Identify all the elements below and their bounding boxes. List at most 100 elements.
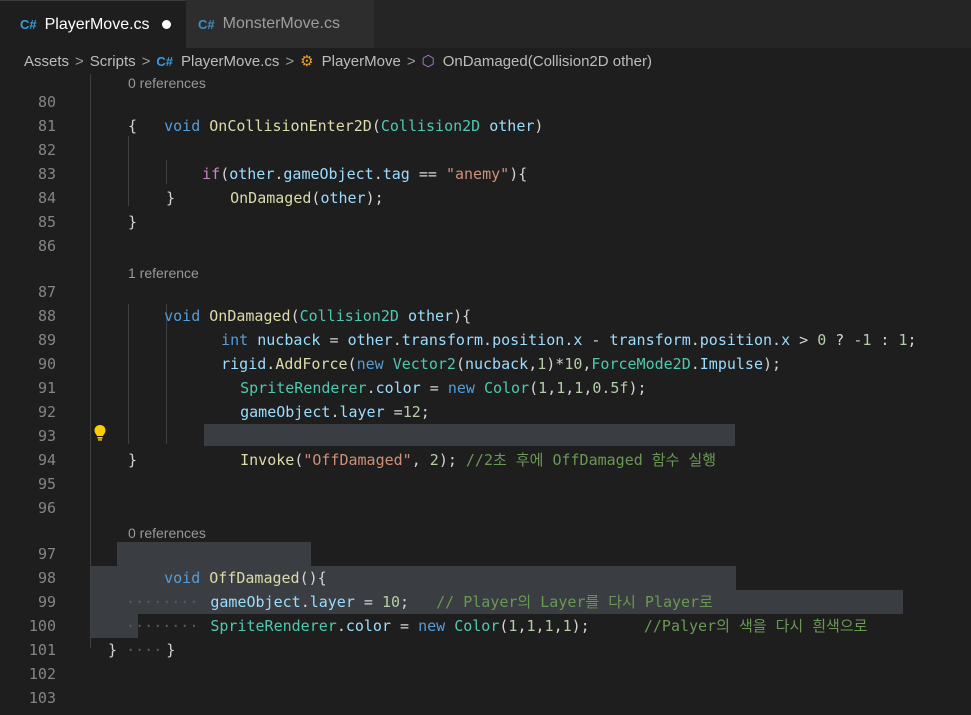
code-line-101: }: [108, 641, 118, 659]
breadcrumb-method[interactable]: OnDamaged(Collision2D other): [443, 53, 652, 70]
line-number: 81: [37, 117, 56, 135]
line-number: 91: [37, 379, 56, 397]
code-line-84: }: [166, 189, 176, 207]
token-number: 1: [562, 617, 572, 635]
token-string: "anemy": [445, 165, 510, 183]
tab-monstermove[interactable]: C# MonsterMove.cs: [186, 0, 374, 48]
token-number: 2: [429, 451, 439, 469]
token-function: OnDamaged: [230, 189, 312, 207]
lightbulb-icon[interactable]: [93, 424, 107, 442]
token-function: OnCollisionEnter2D: [209, 117, 372, 135]
line-number: 95: [37, 475, 56, 493]
token-identifier: layer: [339, 403, 385, 421]
token-type: Color: [483, 379, 530, 397]
code-line-93: Invoke("OffDamaged", 2); //2초 후에 OffDama…: [204, 424, 716, 469]
token-identifier: other: [489, 117, 535, 135]
token-type: SpriteRenderer: [210, 617, 337, 635]
line-number: 80: [37, 93, 56, 111]
token-keyword: new: [447, 379, 475, 397]
code-line-80: void OnCollisionEnter2D(Collision2D othe…: [128, 90, 543, 135]
token-keyword: new: [418, 617, 446, 635]
token-identifier: other: [320, 189, 366, 207]
token-punct: ,: [547, 379, 557, 397]
tab-bar: C# PlayerMove.cs C# MonsterMove.cs: [0, 0, 971, 48]
token-punct: (: [371, 117, 381, 135]
token-punct: ,: [565, 379, 575, 397]
code-editor[interactable]: 80 81 82 83 84 85 86 87 88 89 90 91 92 93 94 95 96 97 98 99…: [0, 74, 971, 715]
line-number: 98: [37, 569, 56, 587]
token-punct: (: [529, 379, 539, 397]
token-operator: ?: [826, 331, 854, 349]
line-number: 92: [37, 403, 56, 421]
token-punct: ,: [553, 617, 563, 635]
token-number: 0.5f: [592, 379, 629, 397]
line-number: 93: [37, 427, 56, 445]
token-string: "OffDamaged": [303, 451, 412, 469]
line-number: 96: [37, 499, 56, 517]
token-punct: .: [336, 617, 346, 635]
breadcrumb-scripts[interactable]: Scripts: [90, 53, 136, 70]
token-punct: ){: [509, 165, 528, 183]
line-number: 85: [37, 213, 56, 231]
code-line-91: gameObject.layer =12;: [204, 376, 430, 421]
code-line-82: if(other.gameObject.tag == "anemy"){: [166, 138, 527, 183]
token-number: 1: [898, 331, 908, 349]
line-number: 82: [37, 141, 56, 159]
indent-guide: [90, 74, 91, 648]
code-line-97: void OffDamaged(){: [128, 542, 327, 587]
chevron-right-icon: >: [75, 52, 84, 70]
tab-playermove[interactable]: C# PlayerMove.cs: [0, 0, 186, 48]
line-number: 99: [37, 593, 56, 611]
code-line-81: {: [128, 117, 138, 135]
token-operator: ==: [409, 165, 446, 183]
token-number: -1: [853, 331, 872, 349]
token-punct: }: [166, 641, 176, 659]
line-number: 89: [37, 331, 56, 349]
token-punct: .: [690, 355, 700, 373]
line-number: 94: [37, 451, 56, 469]
token-punct: (: [294, 451, 304, 469]
token-punct: ,: [535, 617, 545, 635]
line-number: 83: [37, 165, 56, 183]
token-punct: ): [534, 117, 544, 135]
breadcrumb-class[interactable]: PlayerMove: [322, 53, 401, 70]
code-line-88: int nucback = other.transform.position.x…: [185, 304, 916, 349]
chevron-right-icon: >: [285, 52, 295, 70]
token-number: 1: [544, 617, 554, 635]
code-line-100: ····}: [90, 614, 175, 659]
csharp-file-icon: C#: [20, 17, 37, 32]
breadcrumb-assets[interactable]: Assets: [24, 53, 69, 70]
token-identifier: Impulse: [699, 355, 763, 373]
token-comment: //2초 후에 OffDamaged 함수 실행: [456, 451, 717, 469]
token-operator: >: [790, 331, 818, 349]
token-punct: ,: [411, 451, 430, 469]
token-punct: );: [763, 355, 782, 373]
token-punct: );: [628, 379, 647, 397]
code-line-87: void OnDamaged(Collision2D other){: [128, 280, 471, 325]
token-operator: =: [384, 403, 403, 421]
token-identifier: tag: [382, 165, 410, 183]
token-number: 1: [574, 379, 584, 397]
unsaved-indicator-dot[interactable]: [161, 20, 171, 29]
breadcrumb-file[interactable]: PlayerMove.cs: [181, 53, 279, 70]
token-punct: );: [438, 451, 457, 469]
token-type: Collision2D: [380, 117, 481, 135]
breadcrumb: Assets > Scripts > C# PlayerMove.cs > ⚙ …: [0, 48, 971, 74]
token-punct: );: [571, 617, 590, 635]
token-punct: ;: [420, 403, 430, 421]
token-number: 1: [538, 379, 548, 397]
code-line-94: }: [128, 451, 138, 469]
code-line-83: OnDamaged(other);: [194, 162, 384, 207]
class-icon: ⚙: [300, 53, 314, 70]
token-operator: :: [871, 331, 899, 349]
token-type: Color: [454, 617, 500, 635]
line-number: 101: [28, 641, 56, 659]
token-function: Invoke: [240, 451, 295, 469]
token-identifier: x: [781, 331, 791, 349]
codelens-references[interactable]: 0 references: [128, 524, 206, 542]
line-number: 97: [37, 545, 56, 563]
code-line-90: SpriteRenderer.color = new Color(1,1,1,0…: [204, 352, 646, 397]
